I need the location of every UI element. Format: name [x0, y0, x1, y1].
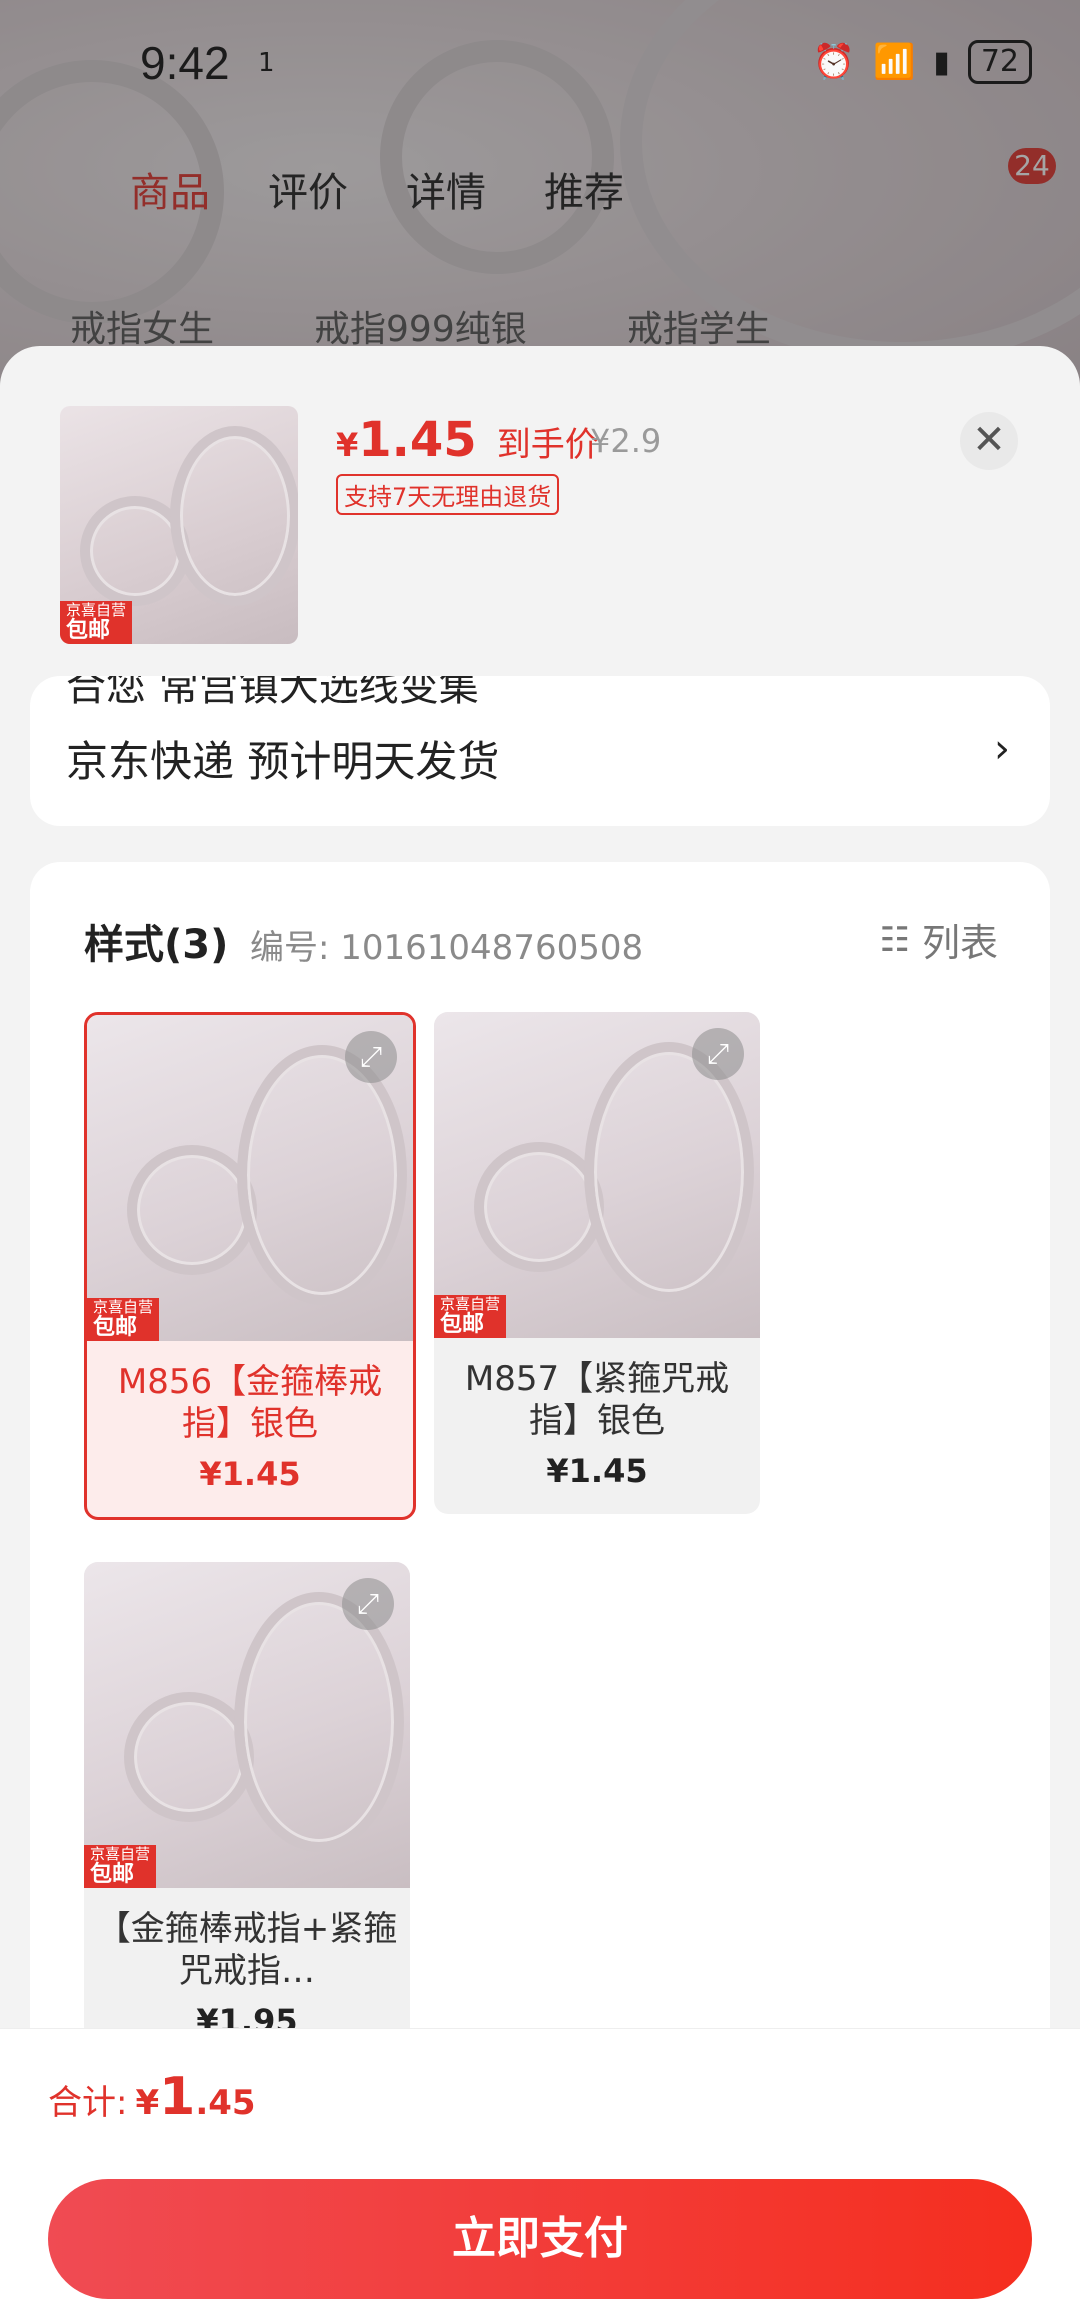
option-image: ⤢ 京喜自营 包邮 [87, 1015, 413, 1341]
battery-icon: 72 [967, 40, 1032, 84]
jd-badge: 京喜自营 包邮 [60, 601, 133, 644]
list-icon: ☷ [879, 919, 910, 960]
style-option-1[interactable]: ⤢ 京喜自营 包邮 M856【金箍棒戒指】银色 ¥1.45 [84, 1012, 416, 1520]
style-option-3[interactable]: ⤢ 京喜自营 包邮 【金箍棒戒指+紧箍咒戒指… ¥1.95 [84, 1562, 410, 2064]
jd-badge: 京喜自营 包邮 [84, 1845, 157, 1888]
wifi-icon: 📶 [872, 42, 916, 82]
status-bar: 9:42 1 ⏰ 📶 ▮ 72 [0, 0, 1080, 120]
expand-icon[interactable]: ⤢ [692, 1028, 744, 1080]
option-name: 【金箍棒戒指+紧箍咒戒指… [96, 1909, 398, 1991]
chevron-right-icon: › [994, 726, 1010, 772]
shipping-card[interactable]: 合您 常宫镇大选线变集 京东快递 预计明天发货 › [30, 676, 1050, 826]
pay-now-button[interactable]: 立即支付 [48, 2179, 1032, 2299]
expand-icon[interactable]: ⤢ [345, 1031, 397, 1083]
jd-badge: 京喜自营 包邮 [87, 1298, 160, 1341]
option-price: ¥1.45 [199, 1455, 301, 1493]
jd-badge: 京喜自营 包邮 [434, 1295, 507, 1338]
list-view-toggle[interactable]: ☷ 列表 [880, 912, 999, 967]
address-partial: 合您 常宫镇大选线变集 [66, 676, 479, 710]
total-price: 合计: ¥ 1 .45 [48, 2067, 256, 2127]
option-image: ⤢ 京喜自营 包邮 [434, 1012, 760, 1338]
final-price: ¥1.45 到手价 [336, 412, 599, 468]
option-price: ¥1.45 [546, 1452, 648, 1490]
alarm-icon: ⏰ [812, 42, 855, 82]
return-policy-tag: 支持7天无理由退货 [336, 474, 560, 515]
option-name: M856【金箍棒戒指】银色 [117, 1362, 383, 1444]
style-option-2[interactable]: ⤢ 京喜自营 包邮 M857【紧箍咒戒指】银色 ¥1.45 [434, 1012, 760, 1514]
product-thumbnail[interactable]: 京喜自营 包邮 [60, 406, 298, 644]
notification-count: 1 [258, 48, 275, 78]
original-price: ¥2.9 [590, 422, 662, 460]
close-button[interactable]: ✕ [960, 412, 1018, 470]
status-time: 9:42 [140, 37, 230, 89]
close-icon: ✕ [972, 417, 1006, 463]
expand-icon[interactable]: ⤢ [342, 1578, 394, 1630]
option-name: M857【紧箍咒戒指】银色 [464, 1359, 730, 1441]
delivery-info: 京东快递 预计明天发货 [66, 737, 500, 786]
style-title: 样式(3) [84, 922, 229, 968]
checkout-footer: 合计: ¥ 1 .45 立即支付 [0, 2028, 1080, 2311]
option-image: ⤢ 京喜自营 包邮 [84, 1562, 410, 1888]
product-code: 编号: 10161048760508 [250, 928, 644, 968]
sku-selection-sheet: 京喜自营 包邮 ¥1.45 到手价 ¥2.9 支持7天无理由退货 ✕ 合您 常宫… [0, 346, 1080, 2310]
price-label: 到手价 [496, 425, 599, 465]
sim-icon: ▮ [933, 44, 950, 80]
